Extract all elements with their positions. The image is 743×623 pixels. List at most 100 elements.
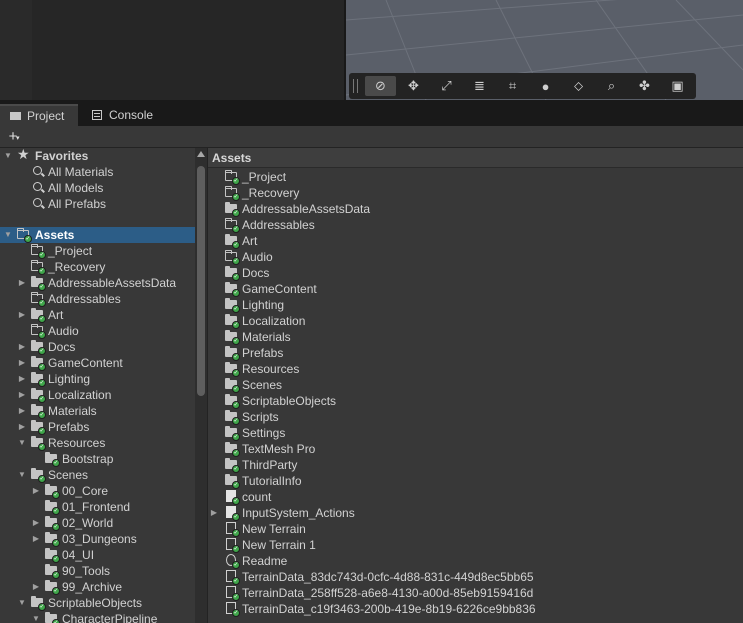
collapse-arrow-icon[interactable]: ▶: [17, 387, 27, 403]
tree-item-label: ScriptableObjects: [48, 596, 143, 610]
asset-item[interactable]: ▶ ✓ InputSystem_Actions: [208, 505, 743, 521]
tree-item[interactable]: ✓ _Project: [0, 243, 195, 259]
pivot-icon[interactable]: ✤: [629, 76, 660, 96]
asset-item[interactable]: ✓ _Project: [208, 169, 743, 185]
tree-scrollbar[interactable]: [195, 148, 207, 623]
tree-item[interactable]: ✓ 04_UI: [0, 547, 195, 563]
asset-item[interactable]: ✓ New Terrain 1: [208, 537, 743, 553]
asset-item[interactable]: ✓ New Terrain: [208, 521, 743, 537]
folder-icon: ✓: [31, 596, 46, 611]
collapse-arrow-icon[interactable]: ▶: [17, 275, 27, 291]
tree-item-label: 01_Frontend: [62, 500, 131, 514]
tree-item[interactable]: ▼ ✓ ScriptableObjects: [0, 595, 195, 611]
expand-arrow-icon[interactable]: ▼: [3, 148, 13, 164]
tree-item[interactable]: ▶ ✓ Materials: [0, 403, 195, 419]
collapse-arrow-icon[interactable]: ▶: [17, 339, 27, 355]
collapse-arrow-icon[interactable]: ▶: [31, 515, 41, 531]
tree-item[interactable]: ▶ ✓ Lighting: [0, 371, 195, 387]
collapse-arrow-icon[interactable]: ▶: [31, 579, 41, 595]
asset-item[interactable]: ✓ Materials: [208, 329, 743, 345]
tree-item[interactable]: ▶ ✓ AddressableAssetsData: [0, 275, 195, 291]
asset-item[interactable]: ✓ GameContent: [208, 281, 743, 297]
folder-icon: ✓: [225, 458, 240, 473]
tree-item[interactable]: ▶ ✓ 02_World: [0, 515, 195, 531]
tree-item[interactable]: ▶ ✓ 03_Dungeons: [0, 531, 195, 547]
asset-item[interactable]: ✓ Prefabs: [208, 345, 743, 361]
asset-item[interactable]: ✓ TutorialInfo: [208, 473, 743, 489]
asset-item[interactable]: ✓ ScriptableObjects: [208, 393, 743, 409]
camera-icon[interactable]: ▣: [662, 76, 693, 96]
scroll-up-arrow-icon[interactable]: [197, 151, 205, 157]
tree-item[interactable]: ✓ 90_Tools: [0, 563, 195, 579]
tree-item[interactable]: ✓ Bootstrap: [0, 451, 195, 467]
expand-arrow-icon[interactable]: ▶: [209, 505, 219, 521]
asset-item[interactable]: ✓ Settings: [208, 425, 743, 441]
asset-item[interactable]: ✓ count: [208, 489, 743, 505]
tree-item[interactable]: ✓ Audio: [0, 323, 195, 339]
tree-item[interactable]: ✓ Addressables: [0, 291, 195, 307]
tree-item[interactable]: ▶ ✓ GameContent: [0, 355, 195, 371]
asset-item[interactable]: ✓ Readme: [208, 553, 743, 569]
favorite-item[interactable]: All Materials: [0, 164, 195, 180]
tree-item[interactable]: ▶ ✓ Docs: [0, 339, 195, 355]
search-icon[interactable]: ⌕: [596, 76, 627, 96]
tree-item[interactable]: ▶ ✓ Art: [0, 307, 195, 323]
expand-arrow-icon[interactable]: ▼: [17, 595, 27, 611]
grid-snap-icon[interactable]: ⌗: [497, 76, 528, 96]
favorites-row[interactable]: ▼ ★ Favorites: [0, 148, 195, 164]
tab-project[interactable]: Project: [0, 104, 78, 126]
collapse-arrow-icon[interactable]: ▶: [17, 419, 27, 435]
asset-item[interactable]: ✓ Scripts: [208, 409, 743, 425]
tree-item[interactable]: ▼ ✓ CharacterPipeline: [0, 611, 195, 623]
scale-tool-icon[interactable]: ⤢: [431, 76, 462, 96]
collapse-arrow-icon[interactable]: ▶: [31, 531, 41, 547]
asset-item[interactable]: ✓ Audio: [208, 249, 743, 265]
compass-tool-icon[interactable]: ⊘: [365, 76, 396, 96]
asset-item[interactable]: ✓ Localization: [208, 313, 743, 329]
tab-console[interactable]: Console: [82, 104, 163, 126]
tree-item[interactable]: ▶ ✓ 00_Core: [0, 483, 195, 499]
collapse-arrow-icon[interactable]: ▶: [17, 307, 27, 323]
asset-item[interactable]: ✓ AddressableAssetsData: [208, 201, 743, 217]
tree-item[interactable]: ✓ _Recovery: [0, 259, 195, 275]
tree-item[interactable]: ▶ ✓ 99_Archive: [0, 579, 195, 595]
create-button[interactable]: + ▾: [4, 128, 22, 146]
asset-item[interactable]: ✓ TerrainData_c19f3463-200b-419e-8b19-622…: [208, 601, 743, 617]
asset-item[interactable]: ✓ TerrainData_258ff528-a6e8-4130-a00d-85e…: [208, 585, 743, 601]
layers-icon[interactable]: ⬦: [563, 76, 594, 96]
move-tool-icon[interactable]: ✥: [398, 76, 429, 96]
asset-item[interactable]: ✓ TerrainData_83dc743d-0cfc-4d88-831c-449…: [208, 569, 743, 585]
asset-item[interactable]: ✓ Lighting: [208, 297, 743, 313]
asset-item[interactable]: ✓ ThirdParty: [208, 457, 743, 473]
collapse-arrow-icon[interactable]: ▶: [17, 403, 27, 419]
scrollbar-thumb[interactable]: [197, 166, 205, 396]
collapse-arrow-icon[interactable]: ▶: [17, 371, 27, 387]
assets-root-row[interactable]: ▼ ✓ Assets: [0, 227, 195, 243]
favorite-item[interactable]: All Prefabs: [0, 196, 195, 212]
expand-arrow-icon[interactable]: ▼: [17, 435, 27, 451]
asset-item[interactable]: ✓ Scenes: [208, 377, 743, 393]
collapse-arrow-icon[interactable]: ▶: [17, 355, 27, 371]
asset-item[interactable]: ✓ Addressables: [208, 217, 743, 233]
folder-icon: ✓: [225, 234, 240, 249]
asset-item[interactable]: ✓ Docs: [208, 265, 743, 281]
breadcrumb[interactable]: Assets: [212, 151, 251, 165]
toolbar-grip-handle[interactable]: [353, 79, 358, 93]
expand-arrow-icon[interactable]: ▼: [3, 227, 13, 243]
tree-item[interactable]: ▶ ✓ Localization: [0, 387, 195, 403]
expand-arrow-icon[interactable]: ▼: [17, 467, 27, 483]
tree-item[interactable]: ▼ ✓ Scenes: [0, 467, 195, 483]
asset-item[interactable]: ✓ TextMesh Pro: [208, 441, 743, 457]
asset-item[interactable]: ✓ _Recovery: [208, 185, 743, 201]
favorite-item[interactable]: All Models: [0, 180, 195, 196]
collapse-arrow-icon[interactable]: ▶: [31, 483, 41, 499]
tree-item[interactable]: ✓ 01_Frontend: [0, 499, 195, 515]
asset-item[interactable]: ✓ Resources: [208, 361, 743, 377]
asset-item[interactable]: ✓ Art: [208, 233, 743, 249]
tree-item[interactable]: ▶ ✓ Prefabs: [0, 419, 195, 435]
sphere-icon[interactable]: ●: [530, 76, 561, 96]
tree-item[interactable]: ▼ ✓ Resources: [0, 435, 195, 451]
align-tool-icon[interactable]: ≣: [464, 76, 495, 96]
expand-arrow-icon[interactable]: ▼: [31, 611, 41, 623]
left-panel-fragment: [0, 0, 32, 100]
